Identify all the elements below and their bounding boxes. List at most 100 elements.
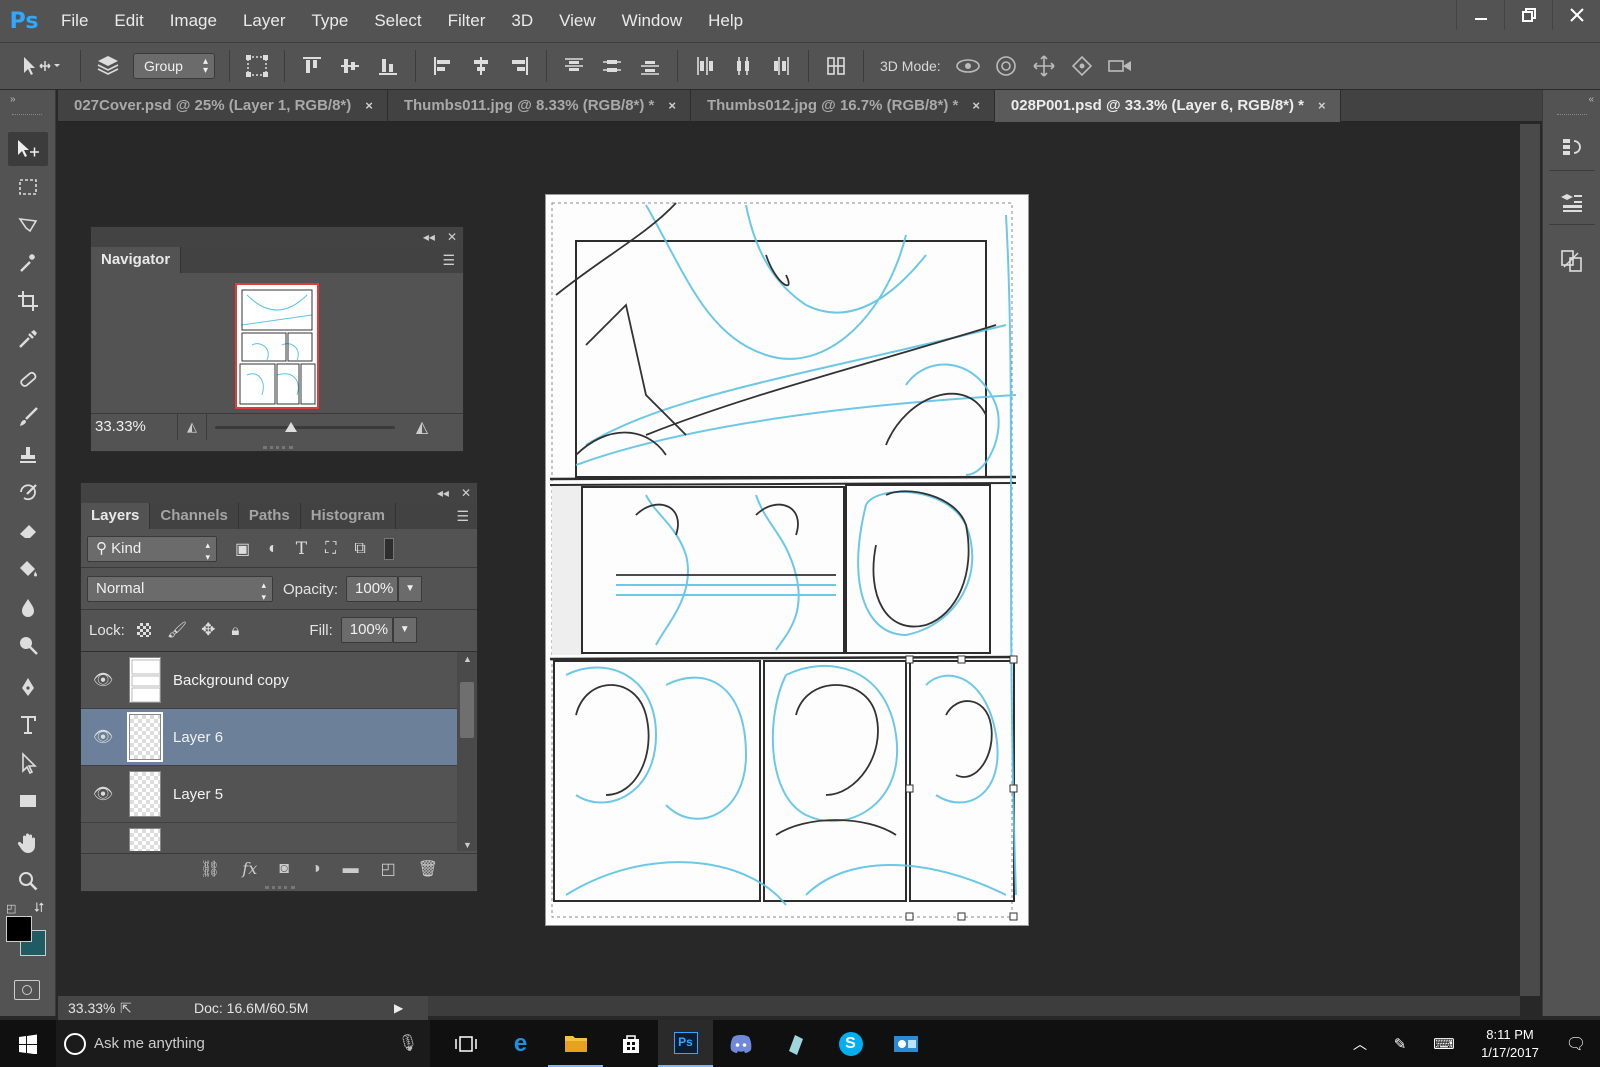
link-layers-icon[interactable]: ⛓︎ <box>200 859 220 879</box>
layer-row-background-copy[interactable]: 👁︎ Background copy <box>81 652 457 709</box>
menu-view[interactable]: View <box>546 0 609 42</box>
scroll-thumb[interactable] <box>460 682 474 738</box>
hand-icon[interactable] <box>8 826 48 860</box>
lock-position-icon[interactable]: ✥ <box>201 620 215 640</box>
path-selection-icon[interactable] <box>8 746 48 780</box>
move-tool-preset-icon[interactable] <box>12 51 68 81</box>
navigator-preview[interactable] <box>235 283 319 409</box>
status-menu-arrow-icon[interactable]: ▶ <box>394 1001 403 1015</box>
dodge-icon[interactable] <box>8 628 48 662</box>
align-right-icon[interactable] <box>504 51 534 81</box>
task-view-icon[interactable] <box>438 1020 493 1067</box>
collapse-toolbar-icon[interactable]: » <box>10 94 16 105</box>
history-panel-icon[interactable] <box>1557 132 1587 162</box>
brush-icon[interactable] <box>8 400 48 434</box>
panel-menu-icon[interactable]: ☰ <box>442 252 455 269</box>
close-icon[interactable] <box>1552 0 1600 30</box>
fill-input[interactable]: 100% <box>340 617 393 643</box>
tab-channels[interactable]: Channels <box>150 503 239 529</box>
filter-kind-select[interactable]: ⚲ Kind ▴ ▾ <box>87 536 217 562</box>
pen-icon[interactable] <box>8 670 48 704</box>
navigator-zoom-slider[interactable] <box>215 414 395 440</box>
layer-row-layer-6[interactable]: 👁︎ Layer 6 <box>81 709 457 766</box>
align-bottom-icon[interactable] <box>373 51 403 81</box>
lock-all-icon[interactable]: 🔒︎ <box>231 622 239 639</box>
expand-panels-icon[interactable]: « <box>1588 94 1594 105</box>
panel-menu-icon[interactable]: ☰ <box>456 508 469 525</box>
zoom-in-icon[interactable]: ◭ <box>407 417 437 437</box>
distribute-top-icon[interactable] <box>559 51 589 81</box>
3d-roll-icon[interactable] <box>991 51 1021 81</box>
transform-controls-icon[interactable] <box>242 51 272 81</box>
eyedropper-icon[interactable] <box>8 322 48 356</box>
menu-filter[interactable]: Filter <box>435 0 499 42</box>
distribute-vertical-center-icon[interactable] <box>597 51 627 81</box>
close-tab-icon[interactable]: × <box>365 90 373 122</box>
layer-style-icon[interactable]: fx <box>242 859 257 878</box>
opacity-dropdown-icon[interactable]: ▼ <box>398 576 423 602</box>
filter-type-layers-icon[interactable]: T <box>296 539 307 559</box>
minimize-icon[interactable] <box>1456 0 1504 30</box>
filter-adjustment-layers-icon[interactable]: ◐ <box>268 540 278 558</box>
scroll-up-icon[interactable]: ▲ <box>463 654 472 664</box>
visibility-eye-icon[interactable]: 👁︎ <box>81 727 125 747</box>
status-share-icon[interactable]: ⇱ <box>120 1000 148 1017</box>
tab-027cover[interactable]: 027Cover.psd @ 25% (Layer 1, RGB/8*) × <box>58 90 388 122</box>
collapse-panel-icon[interactable]: ◂◂ <box>437 486 449 500</box>
edge-icon[interactable]: e <box>493 1020 548 1067</box>
tab-thumbs011[interactable]: Thumbs011.jpg @ 8.33% (RGB/8*) * × <box>388 90 691 122</box>
fill-dropdown-icon[interactable]: ▼ <box>392 617 417 643</box>
panel-resize-grip[interactable] <box>263 446 293 449</box>
new-layer-icon[interactable]: ◰ <box>381 859 396 879</box>
visibility-eye-icon[interactable]: 👁︎ <box>81 784 125 804</box>
clock[interactable]: 8:11 PM 1/17/2017 <box>1468 1026 1552 1062</box>
menu-edit[interactable]: Edit <box>101 0 156 42</box>
layer-row-partial[interactable] <box>81 823 457 851</box>
close-tab-icon[interactable]: × <box>668 90 676 122</box>
3d-panel-icon[interactable] <box>1557 188 1587 218</box>
align-horizontal-center-icon[interactable] <box>466 51 496 81</box>
move-tool-icon[interactable] <box>8 132 48 166</box>
photoshop-icon[interactable]: Ps <box>658 1020 713 1067</box>
distribute-bottom-icon[interactable] <box>635 51 665 81</box>
discord-icon[interactable] <box>713 1020 768 1067</box>
file-explorer-icon[interactable] <box>548 1020 603 1067</box>
foreground-color-swatch[interactable] <box>6 916 32 942</box>
auto-select-layers-icon[interactable] <box>93 51 123 81</box>
store-icon[interactable] <box>603 1020 658 1067</box>
distribute-left-icon[interactable] <box>690 51 720 81</box>
filter-toggle-switch[interactable] <box>383 538 394 560</box>
close-tab-icon[interactable]: × <box>972 90 980 122</box>
delete-layer-icon[interactable]: 🗑︎ <box>418 859 438 879</box>
quick-mask-icon[interactable] <box>14 980 40 1000</box>
menu-layer[interactable]: Layer <box>230 0 299 42</box>
visibility-eye-icon[interactable]: 👁︎ <box>81 670 125 690</box>
vertical-scrollbar[interactable] <box>1520 124 1540 996</box>
3d-orbit-icon[interactable] <box>953 51 983 81</box>
zoom-icon[interactable] <box>8 864 48 898</box>
app-icon[interactable] <box>768 1020 823 1067</box>
tab-paths[interactable]: Paths <box>239 503 301 529</box>
menu-3d[interactable]: 3D <box>498 0 546 42</box>
outlook-icon[interactable] <box>878 1020 933 1067</box>
opacity-input[interactable]: 100% <box>346 576 399 602</box>
clone-stamp-icon[interactable] <box>8 438 48 472</box>
distribute-right-icon[interactable] <box>766 51 796 81</box>
auto-align-layers-icon[interactable] <box>821 51 851 81</box>
menu-file[interactable]: File <box>48 0 101 42</box>
swap-colors-icon[interactable]: ⮃ <box>34 900 44 916</box>
rectangular-marquee-icon[interactable] <box>8 170 48 204</box>
touch-keyboard-icon[interactable]: ⌨︎ <box>1420 1035 1468 1053</box>
filter-smart-objects-icon[interactable]: ⧉ <box>354 540 365 558</box>
default-colors-icon[interactable]: ◰ <box>6 902 16 915</box>
close-panel-icon[interactable]: ✕ <box>447 230 457 244</box>
document-canvas[interactable] <box>545 194 1029 926</box>
lock-transparent-pixels-icon[interactable] <box>136 623 151 637</box>
tab-028p001[interactable]: 028P001.psd @ 33.3% (Layer 6, RGB/8*) * × <box>994 90 1341 122</box>
pen-workspace-icon[interactable]: ✎ <box>1380 1035 1420 1053</box>
panel-resize-grip[interactable] <box>265 886 295 889</box>
tab-histogram[interactable]: Histogram <box>301 503 396 529</box>
navigator-zoom-value[interactable]: 33.33% <box>91 418 177 435</box>
menu-type[interactable]: Type <box>298 0 361 42</box>
3d-scale-camera-icon[interactable] <box>1105 51 1135 81</box>
